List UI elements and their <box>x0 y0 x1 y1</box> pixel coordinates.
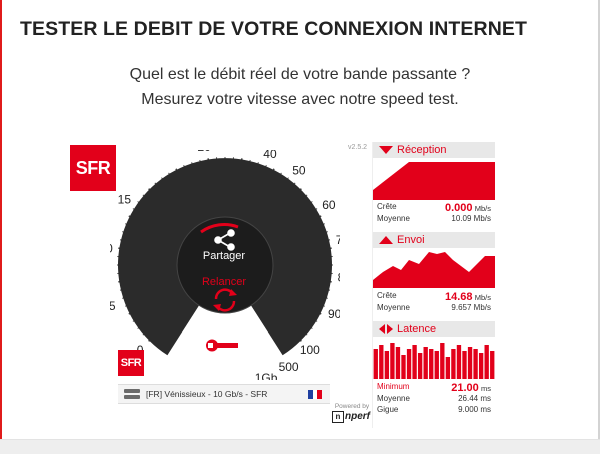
latency-bar <box>451 349 456 379</box>
upload-header: Envoi <box>373 232 495 248</box>
upload-avg-label: Moyenne <box>377 303 410 312</box>
latency-bar <box>412 345 417 379</box>
upload-avg-row: Moyenne 9.657 Mb/s <box>377 303 491 312</box>
latency-bar <box>384 351 390 379</box>
upload-chart <box>373 250 495 288</box>
reception-avg-value: 10.09 Mb/s <box>451 214 491 223</box>
latency-bar <box>373 349 378 379</box>
download-arrow-icon <box>379 145 393 155</box>
upload-peak-value: 14.68 <box>444 291 473 303</box>
version-label: v2.5.2 <box>348 144 368 151</box>
latency-bar <box>423 347 428 379</box>
latency-bar <box>434 351 439 379</box>
server-selector[interactable]: [FR] Vénissieux - 10 Gb/s - SFR <box>118 384 330 404</box>
server-icon <box>124 389 140 399</box>
page-footer-band <box>0 439 600 454</box>
latency-bar <box>417 353 423 379</box>
upload-peak-row: Crête 14.68 Mb/s <box>377 291 491 303</box>
share-button-label[interactable]: Partager <box>184 250 264 262</box>
latency-bar <box>490 351 495 379</box>
latency-bar <box>390 343 395 379</box>
latency-bar <box>440 343 445 379</box>
latency-bar <box>456 345 462 379</box>
latency-min-value: 21.00 <box>451 382 479 394</box>
gauge-center <box>176 216 274 314</box>
france-flag-icon <box>308 389 323 399</box>
latency-jitter-value: 9.000 ms <box>458 405 491 414</box>
nperf-logo[interactable]: n nperf <box>332 411 370 423</box>
gauge-scale-label: 500 <box>279 360 299 374</box>
latency-title: Latence <box>397 323 437 335</box>
upload-peak-label: Crête <box>377 291 397 300</box>
gauge-svg: 05101520304050607080901005001Gb <box>110 150 340 380</box>
latency-min-row: Minimum 21.00 ms <box>377 382 491 394</box>
powered-by-label: Powered by <box>334 403 370 410</box>
upload-title: Envoi <box>397 234 425 246</box>
page-title: TESTER LE DEBIT DE VOTRE CONNEXION INTER… <box>20 18 528 40</box>
results-panel: Réception Crête 0.000 Mb/s Moyenne 10.09… <box>372 142 495 428</box>
nperf-brand-text: nperf <box>345 411 370 422</box>
latency-bar <box>473 349 478 379</box>
latency-bar <box>429 349 434 379</box>
reception-peak-unit: Mb/s <box>474 204 491 213</box>
gauge-scale-label: 5 <box>110 299 116 313</box>
gauge-scale-label: 10 <box>110 241 113 255</box>
upload-arrow-icon <box>379 235 393 245</box>
latency-bar <box>445 357 451 379</box>
reception-chart <box>373 160 495 200</box>
restart-button-label[interactable]: Relancer <box>184 276 264 288</box>
speed-gauge: 05101520304050607080901005001Gb <box>110 150 340 380</box>
latency-bar <box>379 345 384 379</box>
latency-chart <box>373 339 495 379</box>
latency-bar <box>406 349 412 379</box>
server-name: [FR] Vénissieux - 10 Gb/s - SFR <box>146 389 268 399</box>
latency-arrows-icon <box>379 324 393 334</box>
gauge-scale-label: 50 <box>292 163 306 177</box>
nperf-mark: n <box>332 411 344 423</box>
gauge-scale-label: 80 <box>338 271 340 285</box>
reception-peak-value: 0.000 <box>444 202 473 214</box>
latency-min-unit: ms <box>481 384 491 393</box>
latency-avg-label: Moyenne <box>377 394 410 403</box>
latency-bar <box>395 347 401 379</box>
gauge-scale-label: 60 <box>322 198 336 212</box>
latency-bar <box>484 345 489 379</box>
latency-header: Latence <box>373 321 495 337</box>
reception-header: Réception <box>373 142 495 158</box>
gauge-scale-label: 15 <box>118 193 132 207</box>
sfr-small-logo[interactable]: SFR <box>118 350 144 376</box>
gauge-scale-label: 70 <box>336 233 340 247</box>
latency-avg-value: 26.44 ms <box>458 394 491 403</box>
latency-bar <box>478 353 484 379</box>
latency-avg-row: Moyenne 26.44 ms <box>377 394 491 403</box>
latency-jitter-row: Gigue 9.000 ms <box>377 405 491 414</box>
reception-avg-row: Moyenne 10.09 Mb/s <box>377 214 491 223</box>
latency-min-label: Minimum <box>377 382 410 391</box>
latency-bar <box>462 351 467 379</box>
latency-bar <box>401 355 406 379</box>
subtitle-question: Quel est le débit réel de votre bande pa… <box>129 66 471 83</box>
gauge-scale-label: 30 <box>231 150 245 153</box>
gauge-scale-label: 100 <box>300 343 320 357</box>
gauge-scale-label: 1Gb <box>255 371 278 380</box>
upload-avg-value: 9.657 Mb/s <box>451 303 491 312</box>
gauge-scale-label: 40 <box>263 150 277 161</box>
gauge-scale-label: 20 <box>197 150 211 154</box>
reception-peak-label: Crête <box>377 202 397 211</box>
gauge-scale-label: 90 <box>328 307 340 321</box>
reception-title: Réception <box>397 144 447 156</box>
upload-peak-unit: Mb/s <box>474 293 491 302</box>
reception-avg-label: Moyenne <box>377 214 410 223</box>
latency-bar <box>467 347 473 379</box>
latency-jitter-label: Gigue <box>377 405 399 414</box>
subtitle-instruction: Mesurez votre vitesse avec notre speed t… <box>141 91 459 108</box>
reception-peak-row: Crête 0.000 Mb/s <box>377 202 491 214</box>
